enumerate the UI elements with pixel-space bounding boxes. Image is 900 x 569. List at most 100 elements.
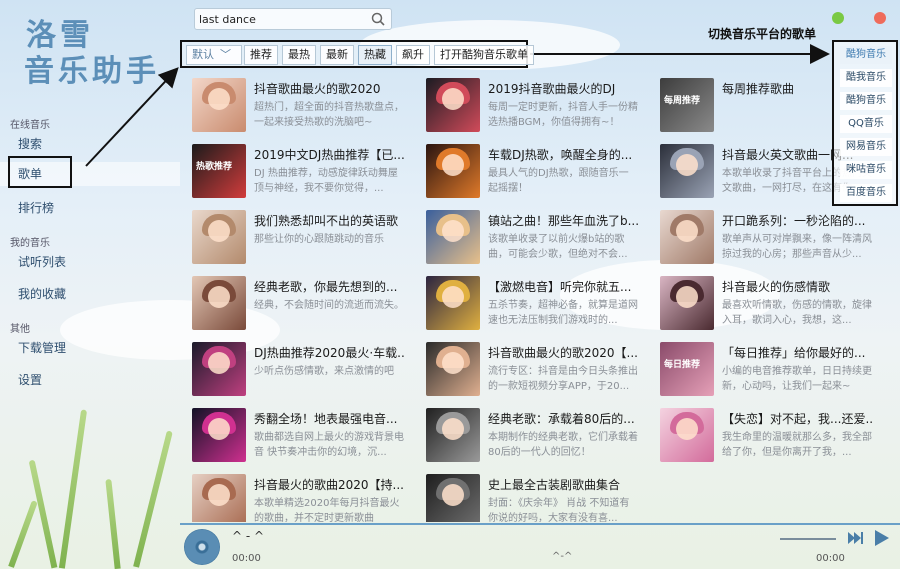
section-other: 其他: [10, 324, 30, 335]
cover-figure-face: [208, 286, 230, 308]
playlist-cover: [192, 474, 246, 522]
platform-item[interactable]: 百度音乐: [840, 184, 892, 202]
platform-item[interactable]: QQ音乐: [840, 115, 892, 133]
playlist-card[interactable]: 经典老歌，你最先想到的... 经典，不会随时间的流逝而流失。: [192, 276, 428, 332]
cover-figure-face: [442, 286, 464, 308]
sidebar-item-favorites[interactable]: 我的收藏: [0, 282, 180, 306]
platform-item[interactable]: 酷我音乐: [840, 69, 892, 87]
playlist-cover: [426, 276, 480, 330]
logo-line-2: 音乐助手: [24, 54, 160, 89]
search-input[interactable]: [195, 9, 365, 29]
playlist-description: 封面：《庆余年》 肖战 不知道有你说的好吗，大家有没有喜...: [488, 498, 630, 522]
playlist-title: 2019抖音歌曲最火的DJ: [488, 82, 616, 96]
window-minimize-button[interactable]: [832, 12, 844, 24]
playlist-title: 抖音歌曲最火的歌2020: [254, 82, 381, 96]
section-my-music: 我的音乐: [10, 238, 50, 249]
playlist-description: 每周一定时更新，抖音人手一份精选热播BGM，你值得拥有~！: [488, 102, 638, 128]
playlist-cover: 每日推荐: [660, 342, 714, 396]
cover-figure-face: [442, 88, 464, 110]
playlist-cover-text: 热歌推荐: [196, 162, 233, 172]
playlist-card[interactable]: 【激燃电音】听完你就五... 五杀节奏，超神必备，就算是道网速也无法压制我们游戏时…: [426, 276, 662, 332]
playlist-card[interactable]: 秀翻全场！地表最强电音... 歌曲都选自网上最火的游戏背景电音 快节奏冲击你的幻境…: [192, 408, 428, 464]
playlist-title: 经典老歌：承载着80后的...: [488, 412, 635, 426]
playlist-description: 流行专区：抖音是由今日头条推出的一款短视频分享APP，于20...: [488, 366, 638, 392]
cover-figure-face: [442, 484, 464, 506]
platform-item[interactable]: 酷狗音乐: [840, 46, 892, 64]
cover-figure-face: [442, 418, 464, 440]
playlist-cover: [660, 144, 714, 198]
playlist-title: 秀翻全场！地表最强电音...: [254, 412, 398, 426]
playlist-title: 抖音最火的伤感情歌: [722, 280, 831, 294]
playlist-card[interactable]: 车载DJ热歌，唤醒全身的... 最具人气的DJ热歌，跟随音乐一起摇摆！: [426, 144, 662, 200]
sidebar-item-settings[interactable]: 设置: [0, 368, 180, 392]
playlist-tabs: 默认 ﹀ 推荐 最热 最新 热藏 飙升 打开酷狗音乐歌单: [180, 40, 534, 68]
current-time: 00:00: [232, 553, 261, 564]
tab-open-kugou-playlist[interactable]: 打开酷狗音乐歌单: [434, 45, 534, 65]
sidebar-item-charts[interactable]: 排行榜: [0, 196, 180, 220]
sort-select-value: 默认: [192, 48, 214, 61]
play-icon[interactable]: [874, 529, 890, 547]
tab-recommend[interactable]: 推荐: [244, 45, 278, 65]
playlist-card[interactable]: 抖音歌曲最火的歌2020 超热门，超全面的抖音热歌盘点，一起来接受热歌的洗脑吧~: [192, 78, 428, 134]
playlist-cover: 热歌推荐: [192, 144, 246, 198]
album-disc: [184, 529, 220, 565]
tab-hottest[interactable]: 最热: [282, 45, 316, 65]
annotation-switch-platform: 切换音乐平台的歌单: [708, 27, 817, 41]
volume-slider[interactable]: [780, 538, 836, 540]
playlist-card[interactable]: 镇站之曲！那些年血洗了b... 该歌单收录了以前火爆b站的歌曲，可能会少歌，但绝对…: [426, 210, 662, 266]
playlist-title: 车载DJ热歌，唤醒全身的...: [488, 148, 633, 162]
playlist-description: 最具人气的DJ热歌，跟随音乐一起摇摆！: [488, 168, 629, 194]
platform-item[interactable]: 网易音乐: [840, 138, 892, 156]
cover-figure-face: [676, 154, 698, 176]
playlist-card[interactable]: 2019抖音歌曲最火的DJ 每周一定时更新，抖音人手一份精选热播BGM，你值得拥有…: [426, 78, 662, 134]
platform-item[interactable]: 酷狗音乐: [840, 92, 892, 110]
playlist-card[interactable]: 抖音最火的伤感情歌 最喜欢听情歌，伤感的情歌，旋律入耳，歌词入心，我想，这...: [660, 276, 896, 332]
playlist-cover: [660, 210, 714, 264]
playlist-title: 镇站之曲！那些年血洗了b...: [488, 214, 638, 228]
tab-newest[interactable]: 最新: [320, 45, 354, 65]
playlist-description: 我生命里的温暖就那么多，我全部给了你，但是你离开了我，...: [722, 432, 872, 458]
playlist-card[interactable]: 抖音歌曲最火的歌2020【... 流行专区：抖音是由今日头条推出的一款短视频分享A…: [426, 342, 662, 398]
platform-item[interactable]: 咪咕音乐: [840, 161, 892, 179]
playlist-cover: [426, 342, 480, 396]
cover-figure-face: [208, 352, 230, 374]
playlist-cover: [426, 78, 480, 132]
playlist-card[interactable]: 经典老歌：承载着80后的... 本期制作的经典老歌，它们承载着80后的一代人的回忆…: [426, 408, 662, 464]
sidebar: 洛雪 音乐助手 在线音乐 搜索 歌单 排行榜 我的音乐 试听列表 我的收藏 其他…: [0, 0, 180, 569]
playlist-card[interactable]: 开口跪系列：一秒沦陷的... 歌单声从可对岸飘来，像一阵清风掠过我的心房；那些声音…: [660, 210, 896, 266]
playlist-cover: [660, 408, 714, 462]
sidebar-item-search[interactable]: 搜索: [0, 132, 180, 156]
song-lyric: ^-^: [552, 551, 573, 562]
playlist-card[interactable]: 热歌推荐 2019中文DJ热曲推荐【已... DJ 热曲推荐，动感旋律跃动舞屋顶与神…: [192, 144, 428, 200]
tab-hot-collection[interactable]: 热藏: [358, 45, 392, 65]
tab-rising[interactable]: 飙升: [396, 45, 430, 65]
playlist-card[interactable]: 抖音最火的歌曲2020【持... 本歌单精选2020年每月抖音最火的歌曲，并不定时…: [192, 474, 428, 522]
playlist-description: 那些让你的心跟随跳动的音乐: [254, 234, 384, 245]
window-close-button[interactable]: [874, 12, 886, 24]
playlist-title: 「每日推荐」给你最好的...: [722, 346, 866, 360]
annotation-box-playlist: [8, 156, 72, 188]
playlist-title: 我们熟悉却叫不出的英语歌: [254, 214, 399, 228]
cover-figure-face: [208, 88, 230, 110]
cover-figure-face: [676, 286, 698, 308]
playlist-card[interactable]: DJ热曲推荐2020最火·车载... 少听点伤感情歌，来点激情的吧: [192, 342, 428, 398]
playlist-description: 五杀节奏，超神必备，就算是道网速也无法压制我们游戏时的...: [488, 300, 638, 326]
sidebar-item-downloads[interactable]: 下载管理: [0, 336, 180, 360]
next-track-icon[interactable]: [848, 531, 864, 545]
playlist-card[interactable]: 【失恋】对不起，我...还爱... 我生命里的温暖就那么多，我全部给了你，但是你离…: [660, 408, 896, 464]
search-box: [194, 8, 392, 30]
playlist-cover: [192, 276, 246, 330]
main-content: 默认 ﹀ 推荐 最热 最新 热藏 飙升 打开酷狗音乐歌单 切换音乐平台的歌单 抖音…: [180, 0, 900, 569]
playlist-cover-text: 每周推荐: [664, 96, 701, 106]
playlist-card[interactable]: 史上最全古装剧歌曲集合 封面：《庆余年》 肖战 不知道有你说的好吗，大家有没有喜.…: [426, 474, 662, 522]
chevron-down-icon: ﹀: [220, 48, 231, 61]
progress-bar[interactable]: [180, 523, 900, 525]
playlist-card[interactable]: 每日推荐 「每日推荐」给你最好的... 小编的电音推荐歌单，日日持续更新，心动吗，让…: [660, 342, 896, 398]
search-icon[interactable]: [371, 12, 385, 26]
playlist-description: 经典，不会随时间的流逝而流失。: [254, 300, 404, 311]
playlist-description: DJ 热曲推荐，动感旋律跃动舞屋顶与神经，我不要你觉得，...: [254, 168, 398, 194]
sort-select[interactable]: 默认 ﹀: [186, 45, 242, 65]
playlist-card[interactable]: 我们熟悉却叫不出的英语歌 那些让你的心跟随跳动的音乐: [192, 210, 428, 266]
cover-figure-face: [208, 418, 230, 440]
sidebar-item-trial-list[interactable]: 试听列表: [0, 250, 180, 274]
